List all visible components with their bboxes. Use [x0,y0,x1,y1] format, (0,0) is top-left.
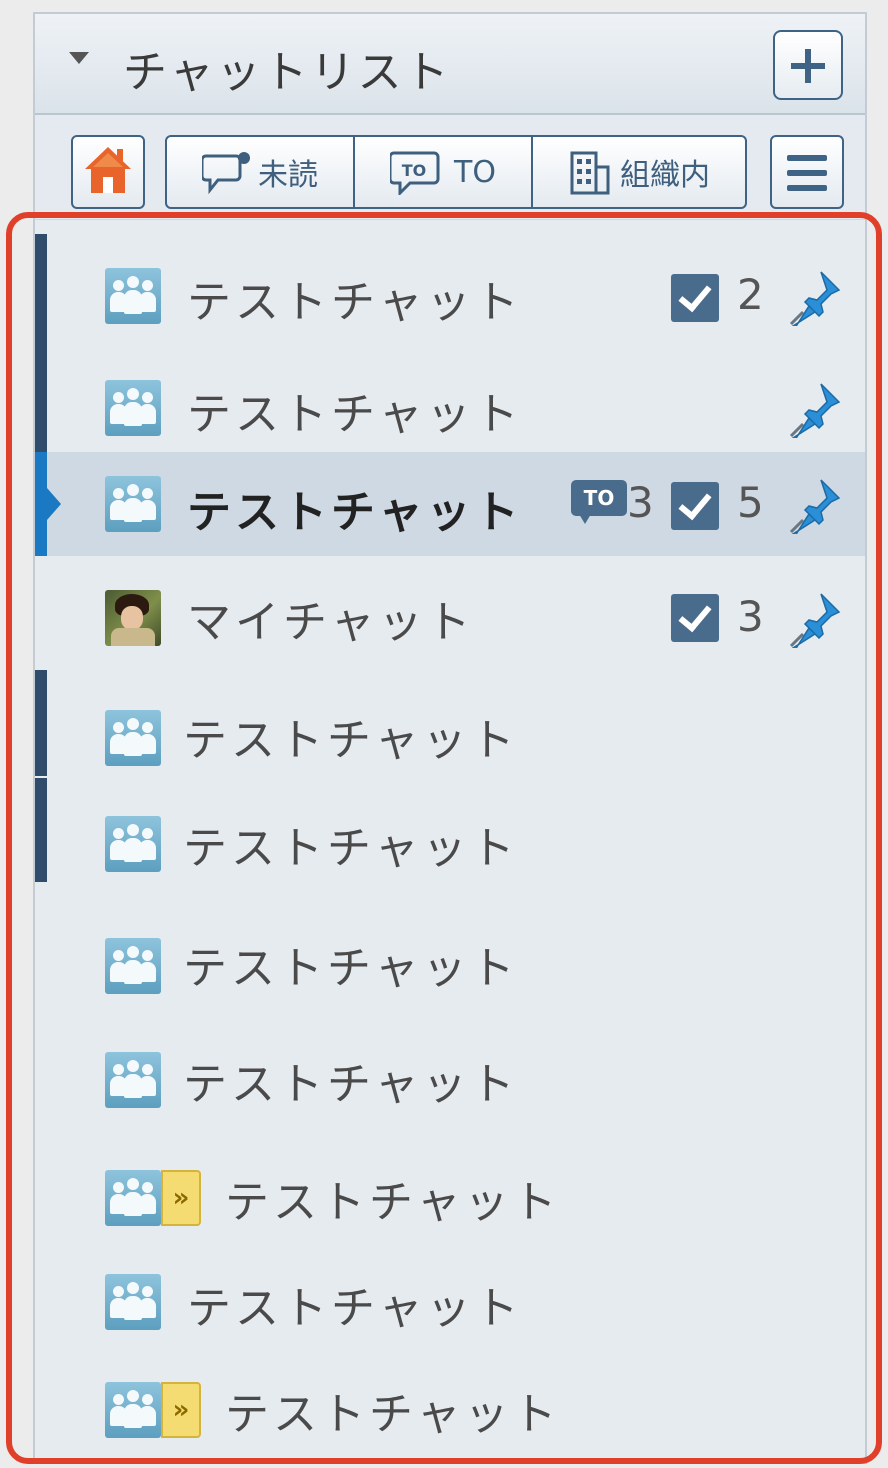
group-chat-icon [105,1382,161,1438]
selected-arrow-icon [47,488,61,520]
building-icon [570,151,610,195]
chat-list: テストチャット 2 テストチャット テストチャット TO 3 5 マイチャット … [35,220,865,1462]
collapse-caret-icon[interactable] [69,52,89,64]
chat-name: テストチャット [183,1059,519,1110]
to-speech-icon: TO [390,151,440,195]
menu-icon [787,155,827,161]
group-chat-icon [105,1274,161,1330]
menu-button[interactable] [770,135,844,209]
svg-text:TO: TO [402,161,427,180]
chat-name: テストチャット [225,1389,561,1440]
to-count: 3 [627,478,654,527]
chat-row[interactable]: » テストチャット [35,1132,865,1236]
home-button[interactable] [71,135,145,209]
group-chat-icon [105,1052,161,1108]
pin-icon[interactable] [789,590,843,648]
chat-name: テストチャット [183,943,519,994]
task-check-icon [671,482,719,530]
chat-name: テストチャット [183,715,519,766]
task-check-icon [671,594,719,642]
filter-to-button[interactable]: TO TO [355,137,533,207]
chat-name: マイチャット [187,597,475,648]
chat-row[interactable]: テストチャット [35,778,865,896]
chat-name: テストチャット [187,1283,523,1334]
chat-name: テストチャット [183,823,519,874]
menu-icon-bar [787,185,827,191]
chat-row[interactable]: テストチャット [35,896,865,1012]
menu-icon-bar [787,170,827,176]
chat-name: テストチャット [187,389,523,440]
task-count: 5 [737,478,764,527]
unread-indicator [35,778,47,882]
chat-row[interactable]: テストチャット [35,670,865,778]
unread-speech-icon [202,152,250,194]
chat-name: テストチャット [187,277,523,328]
to-badge-icon: TO [571,480,627,524]
filter-button-group: 未読 TO TO 組織内 [165,135,747,209]
chat-row[interactable]: マイチャット 3 [35,556,865,670]
chat-list-panel: チャットリスト 未読 TO TO 組織内 テストチャット 2 テストチャット テ… [33,12,867,1464]
pin-icon[interactable] [789,268,843,326]
home-icon [85,147,131,193]
external-chat-icon: » [161,1382,201,1438]
unread-indicator [35,234,47,342]
external-chat-icon: » [161,1170,201,1226]
filter-unread-button[interactable]: 未読 [167,137,355,207]
group-chat-icon [105,380,161,436]
chat-row[interactable]: » テストチャット [35,1346,865,1456]
group-chat-icon [105,938,161,994]
group-chat-icon [105,268,161,324]
group-chat-icon [105,816,161,872]
add-chat-button[interactable] [773,30,843,100]
task-count: 3 [737,592,764,641]
chat-list-title: チャットリスト [123,47,452,98]
chat-list-header: チャットリスト [35,14,865,115]
chat-name: テストチャット [187,487,523,538]
filter-toolbar: 未読 TO TO 組織内 [35,115,865,220]
task-count: 2 [737,270,764,319]
chat-name: テストチャット [225,1177,561,1228]
unread-indicator [35,670,47,776]
chat-row[interactable]: テストチャット [35,342,865,452]
filter-org-button[interactable]: 組織内 [533,137,745,207]
filter-unread-label: 未読 [258,158,318,193]
unread-indicator [35,342,47,452]
group-chat-icon [105,710,161,766]
selected-indicator [35,452,47,556]
chat-row[interactable]: テストチャット [35,1012,865,1132]
chat-row-selected[interactable]: テストチャット TO 3 5 [35,452,865,556]
group-chat-icon [105,1170,161,1226]
chat-row[interactable]: テストチャット [35,1236,865,1346]
filter-org-label: 組織内 [620,158,710,193]
filter-to-label: TO [454,154,496,190]
my-avatar [105,590,161,646]
group-chat-icon [105,476,161,532]
task-check-icon [671,274,719,322]
pin-icon[interactable] [789,476,843,534]
pin-icon[interactable] [789,380,843,438]
chat-row[interactable]: テストチャット 2 [35,234,865,342]
